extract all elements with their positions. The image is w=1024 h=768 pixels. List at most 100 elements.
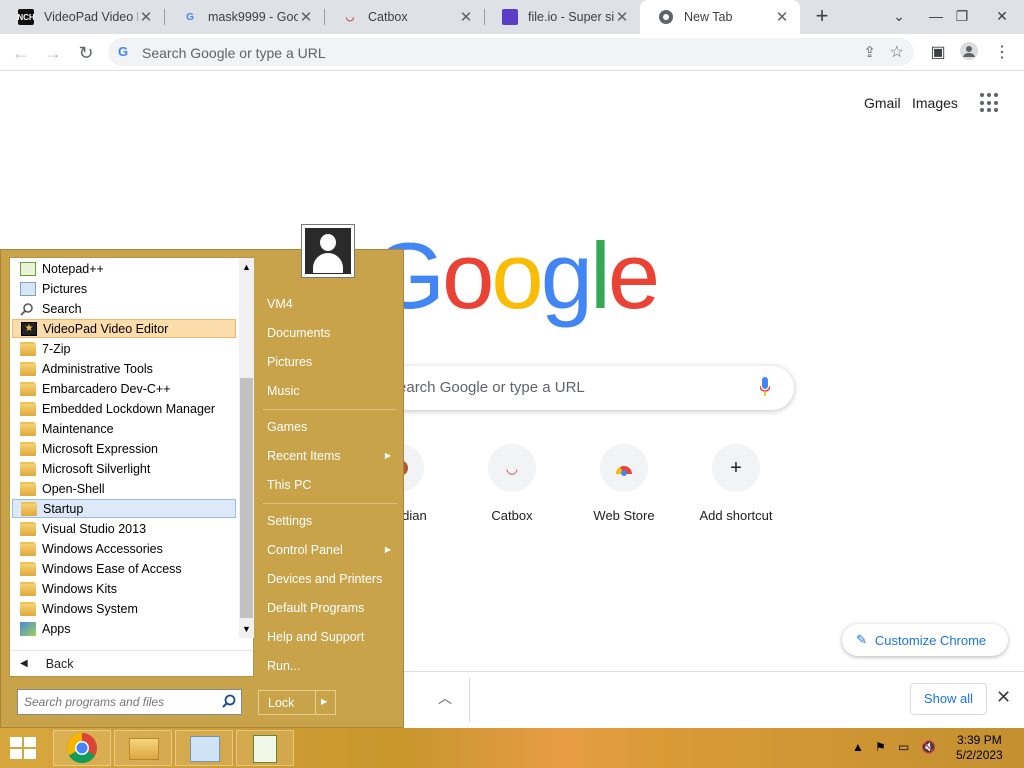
google-apps-icon[interactable]: [980, 93, 1000, 113]
tab-catbox[interactable]: ◡ Catbox ✕: [324, 0, 484, 34]
program-label: Administrative Tools: [42, 361, 153, 376]
start-right-item-devices-printers[interactable]: Devices and Printers: [259, 566, 397, 592]
share-icon[interactable]: ⇪: [863, 43, 876, 61]
program-folder[interactable]: Windows Kits: [12, 579, 236, 598]
start-right-item-help-support[interactable]: Help and Support: [259, 624, 397, 650]
program-folder[interactable]: Maintenance: [12, 419, 236, 438]
program-folder[interactable]: Windows System: [12, 599, 236, 618]
taskbar-control-panel[interactable]: [175, 730, 233, 766]
show-hidden-icons-icon[interactable]: ▲: [852, 740, 864, 754]
taskbar-chrome[interactable]: [53, 730, 111, 766]
start-search-input[interactable]: [24, 694, 214, 710]
program-videopad[interactable]: ★ VideoPad Video Editor: [12, 319, 236, 338]
program-folder[interactable]: Microsoft Expression: [12, 439, 236, 458]
program-folder-startup[interactable]: Startup: [12, 499, 236, 518]
restore-icon[interactable]: ❐: [942, 0, 982, 34]
scroll-up-arrow-icon[interactable]: ▲: [239, 260, 254, 274]
reload-icon[interactable]: ↻: [73, 40, 99, 66]
address-bar[interactable]: G Search Google or type a URL ⇪ ☆: [108, 38, 914, 66]
tab-new-tab[interactable]: New Tab ✕: [640, 0, 800, 34]
start-right-item-vm4[interactable]: VM4: [259, 291, 397, 317]
start-right-item-this-pc[interactable]: This PC: [259, 472, 397, 498]
tab-videopad[interactable]: NCH VideoPad Video E ✕: [0, 0, 164, 34]
microphone-icon[interactable]: [760, 377, 770, 397]
gmail-link[interactable]: Gmail: [864, 95, 901, 111]
clock[interactable]: 3:39 PM 5/2/2023: [956, 733, 1003, 763]
ntp-search-box[interactable]: Search Google or type a URL: [360, 366, 794, 410]
program-folder[interactable]: Windows Ease of Access: [12, 559, 236, 578]
search-icon[interactable]: [221, 693, 237, 709]
program-label: VideoPad Video Editor: [43, 321, 169, 336]
start-right-item-games[interactable]: Games: [259, 414, 397, 440]
program-pictures[interactable]: Pictures: [12, 279, 236, 298]
show-all-button[interactable]: Show all: [910, 683, 987, 715]
back-label: Back: [45, 656, 74, 671]
program-apps[interactable]: Apps: [12, 619, 236, 638]
network-icon[interactable]: ▭: [898, 740, 909, 754]
taskbar-notepadpp[interactable]: [236, 730, 294, 766]
tab-fileio[interactable]: file.io - Super sim ✕: [484, 0, 640, 34]
shortcut-catbox[interactable]: ◡ Catbox: [456, 444, 568, 523]
close-window-icon[interactable]: ✕: [982, 0, 1022, 34]
user-avatar[interactable]: [301, 224, 355, 278]
program-folder[interactable]: Open-Shell: [12, 479, 236, 498]
add-shortcut-button[interactable]: + Add shortcut: [680, 444, 792, 523]
side-panel-icon[interactable]: ▣: [927, 42, 949, 64]
clock-date: 5/2/2023: [956, 748, 1003, 762]
close-icon[interactable]: ✕: [996, 687, 1011, 708]
programs-scrollbar[interactable]: ▲ ▼: [239, 258, 254, 638]
google-logo: Google: [372, 223, 660, 328]
start-search-box[interactable]: [17, 689, 242, 715]
program-notepadpp[interactable]: Notepad++: [12, 259, 236, 278]
submenu-arrow-icon: ▶: [384, 451, 391, 460]
start-right-item-run[interactable]: Run...: [259, 653, 397, 679]
customize-chrome-label: Customize Chrome: [874, 632, 987, 648]
tab-mask9999[interactable]: G mask9999 - Goog ✕: [164, 0, 324, 34]
program-search[interactable]: Search: [12, 299, 236, 318]
back-arrow-icon[interactable]: ←: [8, 40, 34, 66]
scroll-down-arrow-icon[interactable]: ▼: [239, 622, 254, 636]
start-right-item-music[interactable]: Music: [259, 378, 397, 404]
images-link[interactable]: Images: [912, 95, 958, 111]
close-tab-icon[interactable]: ✕: [614, 8, 630, 26]
start-right-item-documents[interactable]: Documents: [259, 320, 397, 346]
new-tab-button[interactable]: +: [810, 4, 834, 28]
start-right-item-default-programs[interactable]: Default Programs: [259, 595, 397, 621]
start-right-item-pictures[interactable]: Pictures: [259, 349, 397, 375]
start-right-item-settings[interactable]: Settings: [259, 508, 397, 534]
program-folder[interactable]: Visual Studio 2013: [12, 519, 236, 538]
programs-list: Notepad++ Pictures Search ★ VideoPad Vid…: [10, 258, 239, 648]
program-folder[interactable]: Microsoft Silverlight: [12, 459, 236, 478]
windows-start-icon[interactable]: [8, 736, 38, 760]
tab-search-chevron-icon[interactable]: ⌄: [879, 0, 919, 34]
folder-icon: [20, 381, 36, 396]
chevron-up-icon[interactable]: ︿: [438, 688, 452, 708]
taskbar-file-explorer[interactable]: [114, 730, 172, 766]
bookmark-star-icon[interactable]: ☆: [890, 42, 904, 62]
program-folder[interactable]: Embedded Lockdown Manager: [12, 399, 236, 418]
folder-icon: [20, 561, 36, 576]
close-tab-icon[interactable]: ✕: [774, 8, 790, 26]
chrome-icon: [66, 733, 97, 764]
profile-avatar-icon[interactable]: [958, 42, 980, 64]
program-label: Embarcadero Dev-C++: [42, 381, 171, 396]
shutdown-options-arrow-icon[interactable]: ▶: [321, 697, 327, 706]
program-folder[interactable]: Windows Accessories: [12, 539, 236, 558]
action-center-flag-icon[interactable]: ⚑: [875, 740, 886, 754]
shortcut-web-store[interactable]: Web Store: [568, 444, 680, 523]
back-button[interactable]: ◀ Back: [10, 650, 253, 676]
lock-button[interactable]: Lock ▶: [258, 690, 336, 715]
close-tab-icon[interactable]: ✕: [138, 8, 154, 26]
close-tab-icon[interactable]: ✕: [298, 8, 314, 26]
kebab-menu-icon[interactable]: ⋮: [991, 42, 1013, 64]
program-folder[interactable]: 7-Zip: [12, 339, 236, 358]
program-folder[interactable]: Administrative Tools: [12, 359, 236, 378]
start-right-item-recent-items[interactable]: Recent Items ▶: [259, 443, 397, 469]
volume-muted-icon[interactable]: 🔇: [921, 740, 936, 754]
forward-arrow-icon[interactable]: →: [40, 40, 66, 66]
start-right-item-control-panel[interactable]: Control Panel ▶: [259, 537, 397, 563]
program-folder[interactable]: Embarcadero Dev-C++: [12, 379, 236, 398]
close-tab-icon[interactable]: ✕: [458, 8, 474, 26]
scrollbar-thumb[interactable]: [240, 378, 253, 618]
customize-chrome-button[interactable]: ✎ Customize Chrome: [842, 624, 1008, 656]
